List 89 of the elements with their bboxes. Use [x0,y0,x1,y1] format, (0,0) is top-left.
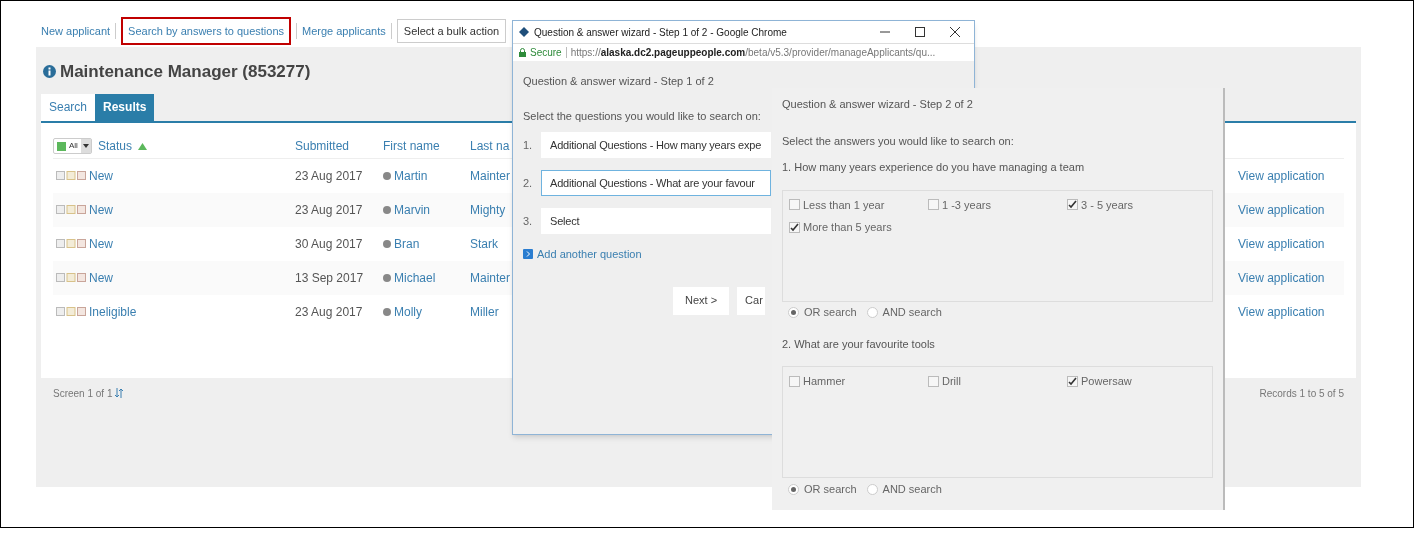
bulk-action-select[interactable]: Select a bulk action [396,18,507,44]
window-title: Question & answer wizard - Step 1 of 2 - Google Chrome [534,25,788,40]
select-all-control[interactable]: All [53,138,92,154]
answer-option: 1 -3 years [942,196,991,213]
submitted-date: 23 Aug 2017 [295,167,364,185]
radio-button[interactable] [788,483,799,495]
checkbox[interactable] [1067,199,1078,211]
checkbox[interactable] [1067,375,1078,387]
status-link[interactable]: New [89,200,113,219]
answer-option: Less than 1 year [803,196,885,213]
status-squares-icon [56,205,87,214]
toolbar-link[interactable]: Search by answers to questions [121,16,291,46]
status-squares-icon [56,239,87,248]
view-application-link[interactable]: View application [1238,166,1325,185]
column-header[interactable]: Last na [470,137,510,155]
add-icon [523,249,533,260]
first-name-link[interactable]: Marvin [394,200,430,219]
app-icon [519,27,529,37]
question-select[interactable]: Additional Questions - What are your favour [541,170,771,196]
maximize-icon[interactable] [915,27,925,37]
first-name-link[interactable]: Bran [394,234,420,253]
question-number: 3. [523,213,534,229]
radio-button[interactable] [866,483,878,495]
question-number: 2. [523,175,534,191]
answer-option: Hammer [803,373,846,390]
secure-label: Secure [530,46,562,60]
wizard-heading: Question & answer wizard - Step 1 of 2 [523,74,715,89]
submitted-date: 23 Aug 2017 [295,303,364,321]
sort-order-icon[interactable] [115,388,124,398]
checkbox[interactable] [928,199,939,211]
status-squares-icon [56,273,87,282]
wizard-button[interactable]: Next > [673,286,730,315]
column-header[interactable]: First name [383,137,470,155]
first-name-link[interactable]: Martin [394,166,428,185]
column-header[interactable]: Status [97,137,132,155]
answer-option: 3 - 5 years [1081,196,1133,213]
search-mode-label: OR search [804,481,857,497]
padlock-icon [519,48,526,57]
status-squares-icon [56,171,87,180]
tab[interactable]: Results [95,93,155,121]
view-application-link[interactable]: View application [1238,234,1325,253]
status-link[interactable]: New [89,234,113,253]
question-label: 2. What are your favourite tools [782,336,936,352]
submitted-date: 23 Aug 2017 [295,201,364,219]
wizard-prompt: Select the answers you would like to search on: [782,133,1015,149]
column-header[interactable]: Submitted [295,137,383,155]
search-mode-label: AND search [882,305,942,321]
page-title: Maintenance Manager (853277) [60,61,311,83]
caret-icon[interactable] [80,139,91,153]
wizard-button[interactable]: Car [737,286,765,315]
checkbox[interactable] [789,221,800,233]
close-icon[interactable] [950,27,960,37]
toolbar-link[interactable]: Merge applicants [302,22,386,40]
radio-button[interactable] [788,307,799,318]
view-application-link[interactable]: View application [1238,302,1325,321]
question-select[interactable]: Select [541,208,771,234]
answer-option: More than 5 years [803,219,892,236]
answer-option: Drill [942,373,961,390]
wizard-heading: Question & answer wizard - Step 2 of 2 [782,97,974,112]
info-icon [43,65,56,79]
wizard-prompt: Select the questions you would like to search on: [523,108,762,124]
checkbox[interactable] [789,375,800,387]
pager-text: Screen 1 of 1 [53,386,113,401]
view-application-link[interactable]: View application [1238,268,1325,287]
status-squares-icon [56,307,87,316]
question-number: 1. [523,137,534,153]
status-link[interactable]: New [89,268,113,287]
checkbox[interactable] [789,199,800,211]
status-link[interactable]: New [89,166,113,185]
toolbar-link[interactable]: New applicant [41,22,111,40]
submitted-date: 13 Sep 2017 [295,269,365,287]
radio-button[interactable] [866,307,878,318]
question-select[interactable]: Additional Questions - How many years expe [541,132,771,158]
tab[interactable]: Search [41,93,96,121]
submitted-date: 30 Aug 2017 [295,235,364,253]
select-all-label: All [68,140,79,152]
records-count: Records 1 to 5 of 5 [1259,386,1344,401]
status-link[interactable]: Ineligible [89,302,137,321]
question-label: 1. How many years experience do you have managing a team [782,160,1086,175]
url-text[interactable]: https://alaska.dc2.pageuppeople.com/beta/v5.3/provider/manageApplicants/qu... [570,45,936,60]
answer-option: Powersaw [1081,373,1132,390]
sort-ascending-icon [137,142,147,150]
first-name-link[interactable]: Molly [394,302,422,321]
add-question-link[interactable]: Add another question [537,246,642,263]
search-mode-label: AND search [882,481,942,497]
search-mode-label: OR search [804,305,857,321]
checkbox[interactable] [928,375,939,387]
view-application-link[interactable]: View application [1238,200,1325,219]
first-name-link[interactable]: Michael [394,268,436,287]
